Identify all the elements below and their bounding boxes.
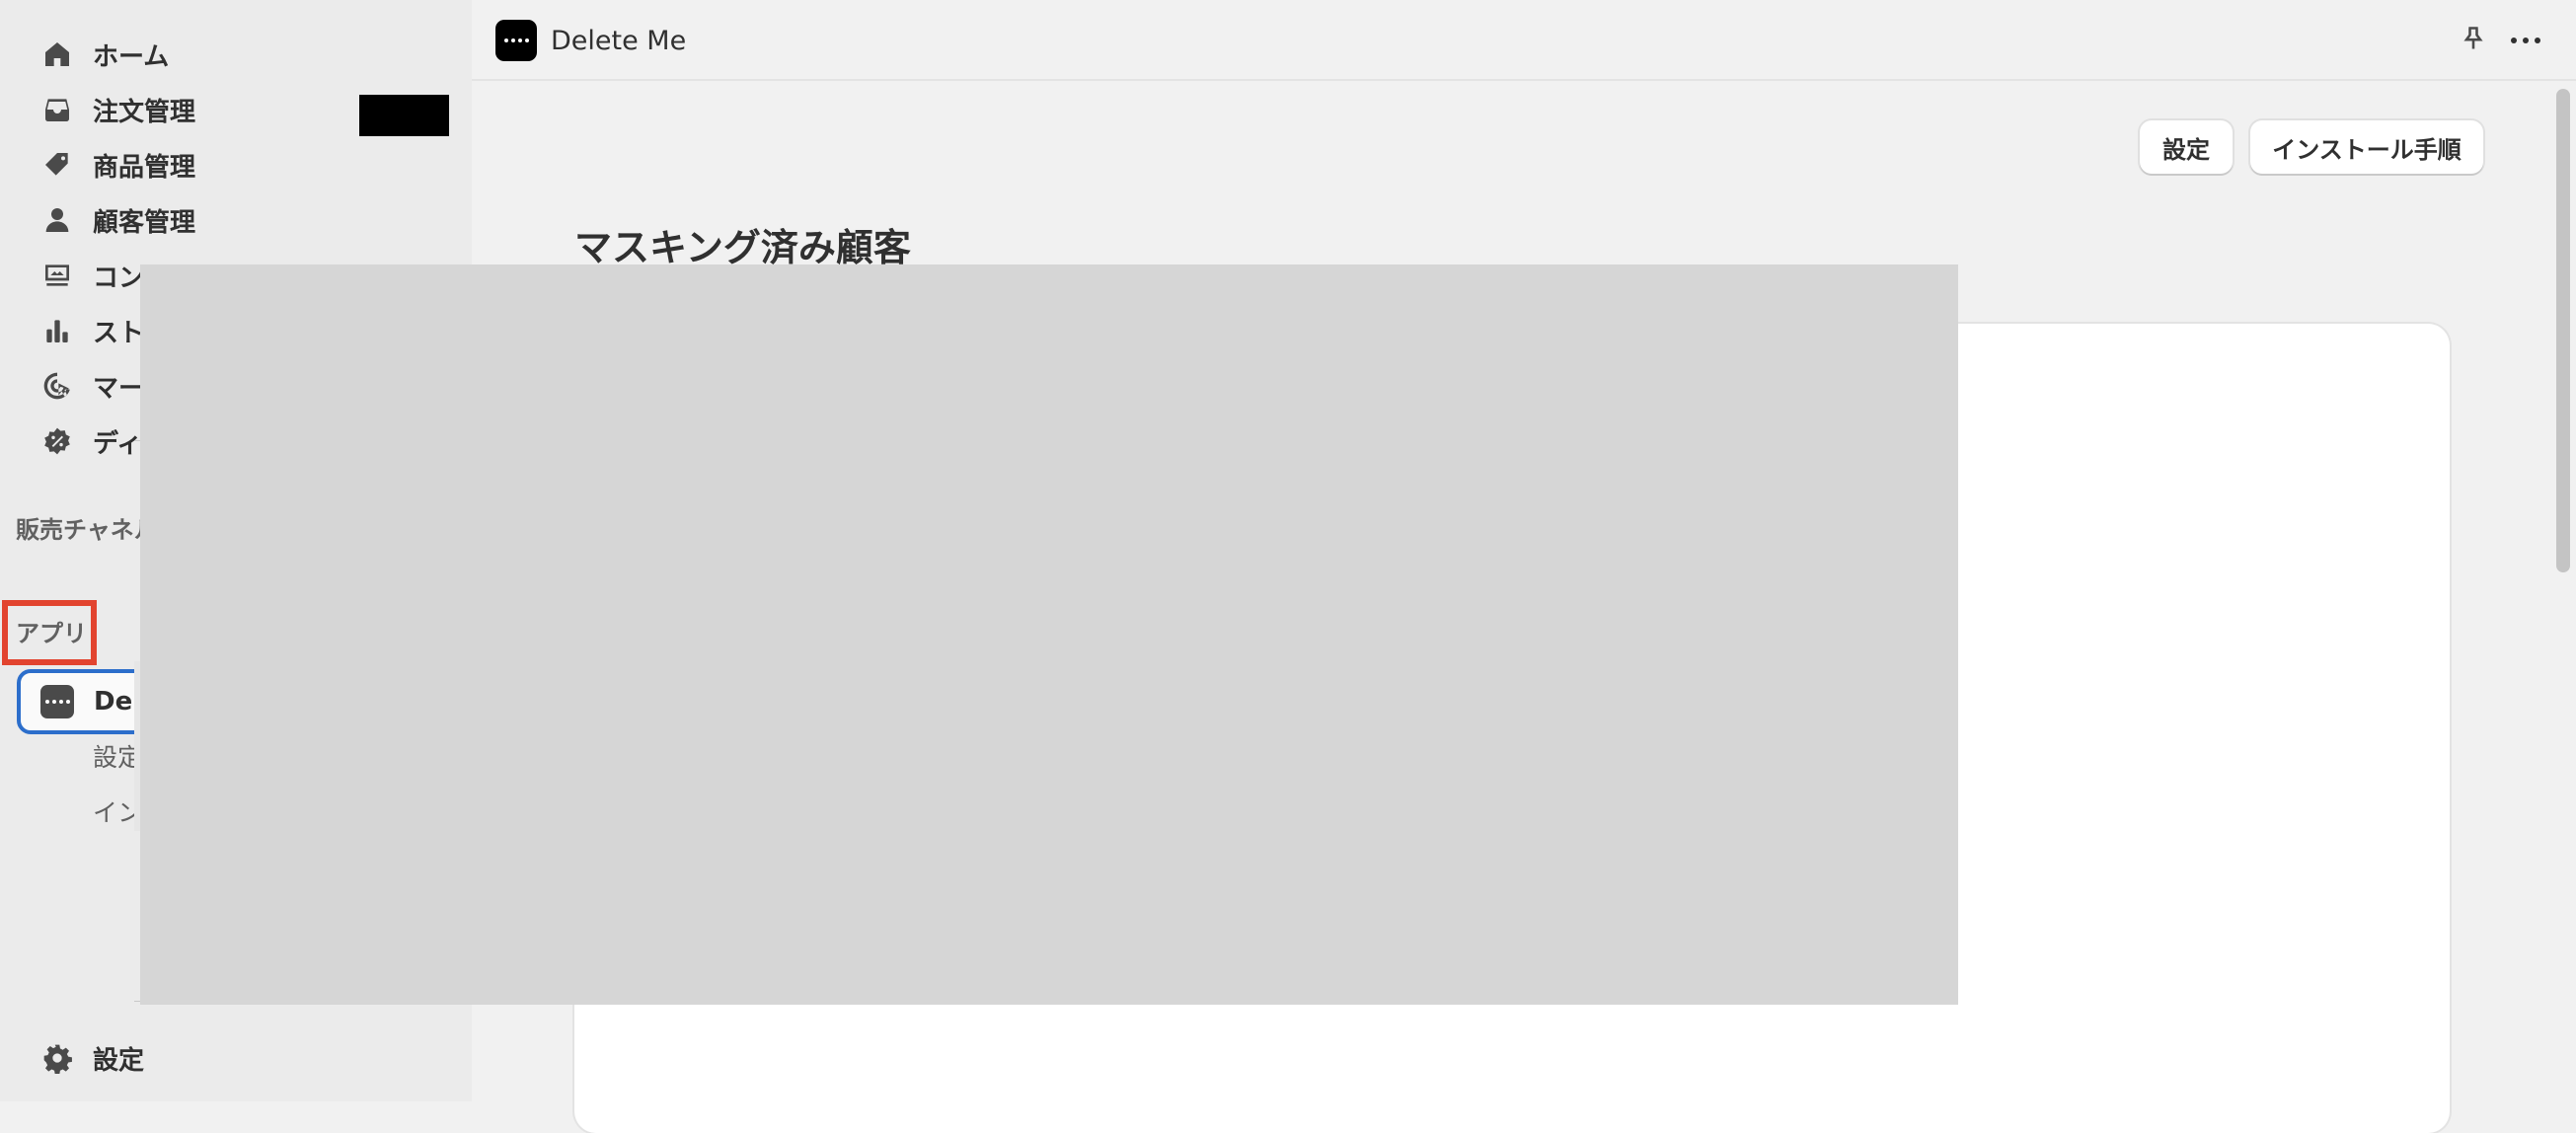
gear-icon — [38, 1038, 77, 1078]
sidebar-item-customers[interactable]: 顧客管理 — [38, 198, 452, 242]
content-icon — [38, 256, 77, 295]
home-icon — [38, 35, 77, 74]
sidebar-item-settings[interactable]: 設定 — [38, 1036, 452, 1080]
scrollbar-thumb[interactable] — [2556, 89, 2570, 572]
sidebar-item-label: 顧客管理 — [93, 207, 196, 238]
sidebar-item-label: ホーム — [93, 41, 170, 72]
install-guide-button[interactable]: インストール手順 — [2250, 120, 2483, 174]
page-title: マスキング済み顧客 — [574, 226, 911, 269]
embedded-app-frame[interactable] — [140, 264, 1958, 1005]
more-actions-button[interactable] — [2503, 20, 2548, 61]
more-icon — [2511, 38, 2540, 43]
sidebar-item-home[interactable]: ホーム — [38, 33, 452, 76]
section-label: 販売チャネル — [16, 515, 158, 544]
bar-chart-icon — [38, 311, 77, 350]
app-title: Delete Me — [551, 25, 687, 56]
top-bar: Delete Me — [472, 0, 2576, 81]
sidebar-item-products[interactable]: 商品管理 — [38, 143, 452, 187]
sidebar-item-label: 設定 — [93, 1045, 145, 1076]
target-icon — [38, 366, 77, 406]
inbox-icon — [38, 90, 77, 129]
tag-icon — [38, 145, 77, 185]
pin-icon — [2460, 25, 2487, 56]
pin-button[interactable] — [2453, 20, 2494, 61]
sidebar-item-label: 注文管理 — [93, 97, 196, 127]
section-label: アプリ — [16, 619, 87, 647]
app-dots-icon — [495, 20, 537, 61]
sidebar-item-label: 商品管理 — [93, 152, 196, 183]
app-dots-icon — [40, 685, 74, 718]
person-icon — [38, 200, 77, 240]
discount-icon — [38, 421, 77, 461]
scrollbar[interactable] — [2550, 83, 2576, 1101]
settings-button[interactable]: 設定 — [2140, 120, 2233, 174]
redacted-badge — [359, 95, 449, 136]
